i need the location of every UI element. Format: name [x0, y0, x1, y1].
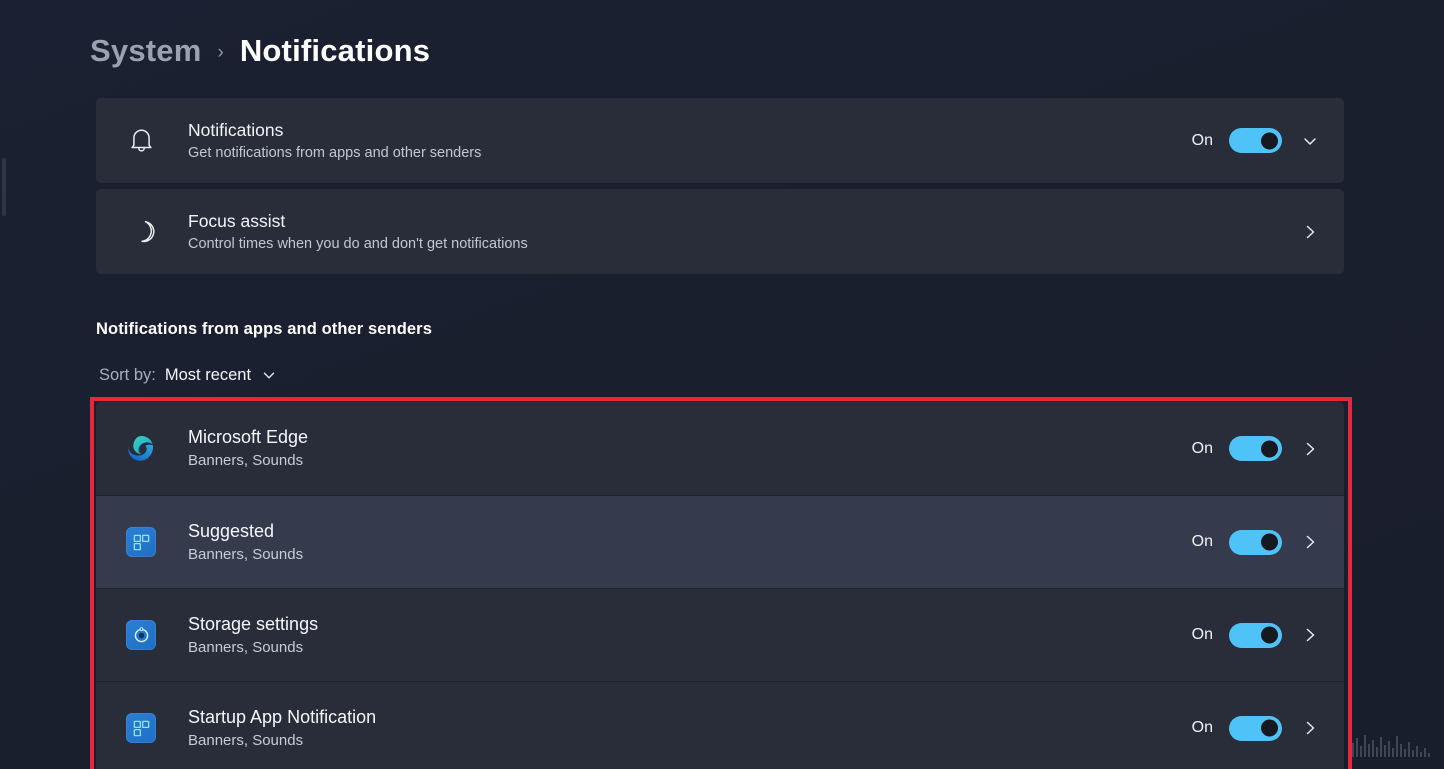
- page-title: Notifications: [239, 33, 431, 68]
- app-toggle-suggested[interactable]: [1229, 529, 1282, 555]
- breadcrumb-separator-icon: ›: [217, 42, 224, 63]
- app-state-label: On: [1191, 439, 1213, 457]
- card-focus-assist-subtitle: Control times when you do and don't get …: [188, 235, 528, 252]
- toggle-knob: [1261, 440, 1278, 457]
- app-name: Storage settings: [188, 613, 319, 634]
- section-heading: Notifications from apps and other sender…: [96, 320, 432, 338]
- app-state-label: On: [1191, 533, 1213, 550]
- app-row-storage-settings[interactable]: Storage settings Banners, Sounds On: [96, 588, 1344, 681]
- app-row-text: Startup App Notification Banners, Sounds: [166, 706, 1192, 751]
- toggle-knob: [1261, 533, 1278, 551]
- app-name: Startup App Notification: [188, 706, 377, 727]
- sort-by-value: Most recent: [164, 365, 252, 384]
- chevron-right-icon[interactable]: [1298, 220, 1322, 244]
- app-name: Suggested: [188, 520, 275, 541]
- app-name: Microsoft Edge: [188, 427, 309, 447]
- card-notifications-subtitle: Get notifications from apps and other se…: [188, 144, 482, 161]
- card-notifications-text: Notifications Get notifications from app…: [166, 119, 1192, 163]
- app-row-controls: On: [1191, 529, 1322, 555]
- breadcrumb-parent-system[interactable]: System: [90, 33, 202, 69]
- moon-icon: [116, 217, 166, 246]
- corner-watermark: [1352, 735, 1430, 757]
- storage-settings-icon: [116, 620, 166, 650]
- chevron-down-icon[interactable]: [1298, 129, 1322, 153]
- window-tile-badge: [126, 713, 156, 743]
- chevron-right-icon[interactable]: [1298, 530, 1322, 554]
- toggle-knob: [1261, 626, 1278, 644]
- card-focus-assist[interactable]: Focus assist Control times when you do a…: [96, 189, 1344, 274]
- app-row-text: Microsoft Edge Banners, Sounds: [166, 426, 1192, 471]
- window-tile-badge: [126, 527, 156, 557]
- app-row-text: Storage settings Banners, Sounds: [166, 613, 1192, 658]
- chevron-right-icon[interactable]: [1298, 623, 1322, 647]
- app-row-suggested[interactable]: Suggested Banners, Sounds On: [96, 495, 1344, 588]
- card-notifications-state-label: On: [1191, 131, 1213, 149]
- page-scrollbar-thumb[interactable]: [2, 158, 6, 216]
- chevron-down-icon[interactable]: [260, 366, 278, 384]
- toggle-knob: [1261, 719, 1278, 737]
- card-notifications-title: Notifications: [188, 119, 284, 140]
- app-detail: Banners, Sounds: [188, 731, 304, 749]
- settings-cards: Notifications Get notifications from app…: [96, 98, 1344, 274]
- app-detail: Banners, Sounds: [188, 452, 304, 469]
- app-toggle-storage-settings[interactable]: [1229, 622, 1282, 648]
- app-row-controls: On: [1191, 622, 1322, 648]
- card-notifications-controls: On: [1192, 128, 1322, 153]
- app-notification-list: Microsoft Edge Banners, Sounds On Sugges…: [96, 402, 1344, 769]
- card-focus-assist-text: Focus assist Control times when you do a…: [166, 210, 1298, 254]
- storage-settings-badge: [126, 620, 156, 650]
- app-row-controls: On: [1192, 436, 1322, 461]
- sort-by-label: Sort by:: [99, 365, 156, 384]
- app-detail: Banners, Sounds: [188, 638, 304, 656]
- sort-by-dropdown[interactable]: Sort by: Most recent: [99, 363, 278, 387]
- bell-icon: [116, 126, 166, 155]
- app-state-label: On: [1191, 626, 1213, 643]
- notifications-toggle[interactable]: [1229, 128, 1282, 153]
- app-state-label: On: [1191, 719, 1213, 736]
- app-row-text: Suggested Banners, Sounds: [166, 520, 1192, 565]
- app-row-controls: On: [1191, 715, 1322, 741]
- app-toggle-startup-app-notification[interactable]: [1229, 715, 1282, 741]
- app-row-microsoft-edge[interactable]: Microsoft Edge Banners, Sounds On: [96, 402, 1344, 495]
- app-detail: Banners, Sounds: [188, 545, 304, 563]
- window-tile-icon: [116, 527, 166, 557]
- app-toggle-microsoft-edge[interactable]: [1229, 436, 1282, 461]
- app-row-startup-app-notification[interactable]: Startup App Notification Banners, Sounds…: [96, 681, 1344, 769]
- chevron-right-icon[interactable]: [1298, 716, 1322, 740]
- toggle-knob: [1261, 132, 1278, 149]
- card-focus-assist-title: Focus assist: [188, 210, 286, 231]
- microsoft-edge-icon: [116, 433, 166, 465]
- card-focus-assist-controls: [1298, 220, 1322, 244]
- window-tile-icon: [116, 713, 166, 743]
- card-notifications[interactable]: Notifications Get notifications from app…: [96, 98, 1344, 183]
- breadcrumb: System › Notifications: [90, 28, 430, 74]
- settings-notifications-page: System › Notifications Notifications Get…: [0, 0, 1444, 769]
- chevron-right-icon[interactable]: [1298, 437, 1322, 461]
